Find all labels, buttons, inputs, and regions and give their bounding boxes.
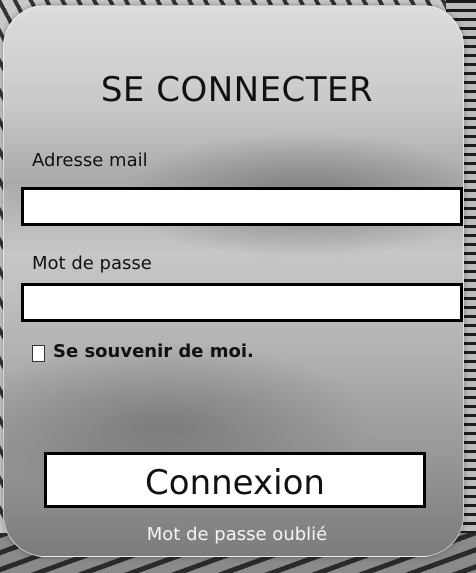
password-label: Mot de passe [32, 253, 152, 274]
login-card: SE CONNECTER Adresse mail Mot de passe S… [3, 5, 464, 557]
password-field[interactable] [21, 283, 463, 322]
remember-me-label: Se souvenir de moi. [53, 341, 254, 362]
email-field[interactable] [21, 187, 463, 226]
login-title: SE CONNECTER [100, 70, 374, 110]
remember-me-row[interactable]: Se souvenir de moi. [32, 341, 254, 362]
email-label: Adresse mail [32, 150, 148, 171]
login-button[interactable]: Connexion [44, 452, 426, 508]
forgot-password-link[interactable]: Mot de passe oublié [4, 524, 463, 545]
remember-me-checkbox[interactable] [32, 345, 45, 362]
